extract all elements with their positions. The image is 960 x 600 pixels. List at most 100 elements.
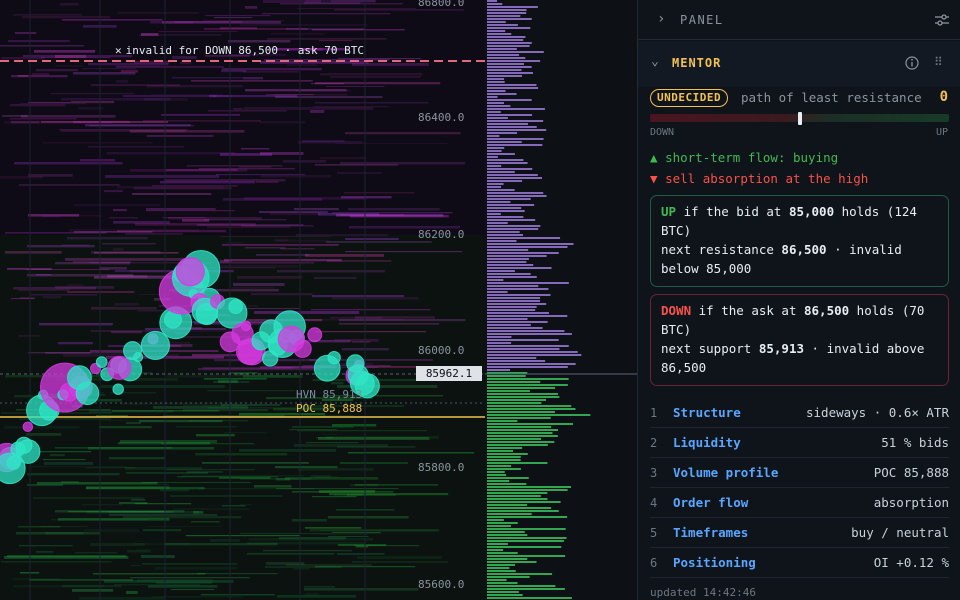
heatmap-cell (201, 594, 275, 596)
price-axis-label: 85600.0 (418, 578, 465, 591)
info-icon[interactable] (905, 55, 919, 74)
sliders-icon[interactable] (935, 12, 949, 31)
factor-name[interactable]: Liquidity (673, 435, 741, 450)
heatmap-cell (305, 527, 362, 529)
heatmap-cell (82, 504, 123, 506)
heatmap-cell (254, 485, 292, 488)
heatmap-cell (113, 209, 127, 212)
ask-depth-bar (487, 333, 572, 335)
heatmap-chart[interactable]: 86800.0 86400.0 86200.0 86000.0 85800.0 … (0, 0, 485, 600)
heatmap-cell (232, 287, 275, 289)
trade-bubble (107, 355, 132, 380)
heatmap-cell (11, 75, 68, 78)
bid-depth-bar (487, 426, 552, 428)
ask-depth-bar (487, 297, 541, 299)
heatmap-cell (314, 277, 357, 280)
heatmap-cell (315, 102, 429, 104)
heatmap-cell (340, 214, 405, 216)
depth-ladder (485, 0, 637, 600)
trade-bubble (346, 354, 365, 373)
bid-depth-bar (487, 528, 566, 530)
ask-depth-bar (487, 162, 528, 164)
bid-depth-bar (487, 585, 556, 587)
heatmap-cell (157, 484, 169, 486)
trade-bubble (307, 327, 323, 343)
ask-depth-bar (487, 21, 506, 23)
ask-depth-bar (487, 45, 530, 47)
factor-row[interactable]: 5 Timeframes buy / neutral (650, 518, 949, 548)
ask-depth-bar (487, 234, 523, 236)
heatmap-cell (19, 184, 120, 186)
poc-label: POC 85,888 (296, 402, 363, 415)
ask-depth-bar (487, 165, 502, 167)
heatmap-cell (121, 70, 138, 73)
trade-bubble (251, 331, 271, 351)
heatmap-cell (27, 245, 95, 248)
factor-row[interactable]: 3 Volume profile POC 85,888 (650, 458, 949, 488)
trade-bubble (123, 341, 143, 361)
heatmap-cell (175, 21, 243, 23)
ask-depth-bar (487, 102, 505, 104)
bid-depth-bar (487, 534, 528, 536)
heatmap-cell (306, 442, 359, 444)
heatmap-cell (237, 276, 302, 279)
heatmap-cell (114, 584, 201, 586)
factor-row[interactable]: 2 Liquidity 51 % bids (650, 428, 949, 458)
heatmap-cell (130, 577, 250, 579)
mentor-section-header[interactable]: ⌄ MENTOR ⠿ (638, 41, 960, 87)
factor-name[interactable]: Structure (673, 405, 741, 420)
factor-name[interactable]: Order flow (673, 495, 748, 510)
bid-depth-bar (487, 477, 529, 479)
heatmap-cell (0, 176, 44, 179)
ask-depth-bar (487, 174, 538, 176)
chevron-right-icon[interactable]: › (657, 11, 665, 27)
heatmap-cell (207, 390, 296, 392)
trade-bubble (240, 320, 252, 332)
heatmap-cell (67, 284, 83, 287)
factor-row[interactable]: 4 Order flow absorption (650, 488, 949, 518)
heatmap-canvas[interactable] (0, 0, 485, 600)
bid-depth-bar (487, 393, 558, 395)
heatmap-cell (199, 488, 315, 490)
ask-depth-bar (487, 363, 576, 365)
chevron-down-icon[interactable]: ⌄ (651, 54, 659, 69)
heatmap-cell (118, 12, 199, 14)
ask-depth-bar (487, 90, 506, 92)
heatmap-cell (1, 561, 112, 563)
heatmap-cell (114, 303, 139, 306)
ask-depth-bar (487, 300, 541, 302)
heatmap-cell (279, 537, 347, 540)
ask-depth-bar (487, 78, 505, 80)
heatmap-cell (43, 459, 86, 461)
factor-name[interactable]: Positioning (673, 555, 756, 570)
heatmap-cell (104, 190, 123, 193)
heatmap-cell (340, 462, 408, 465)
ask-depth-bar (487, 186, 502, 188)
drag-handle-icon[interactable]: ⠿ (934, 55, 943, 69)
close-icon[interactable]: ✕ (115, 44, 122, 57)
bid-depth-bar (487, 456, 521, 458)
factor-name[interactable]: Volume profile (673, 465, 778, 480)
heatmap-cell (176, 426, 237, 428)
heatmap-cell (131, 499, 146, 501)
factor-row[interactable]: 1 Structure sideways · 0.6× ATR (650, 398, 949, 428)
heatmap-cell (143, 120, 261, 122)
heatmap-cell (304, 588, 419, 591)
ask-depth-bar (487, 75, 522, 77)
heatmap-cell (55, 55, 87, 58)
bid-depth-bar (487, 462, 548, 464)
heatmap-cell (256, 181, 279, 184)
heatmap-cell (58, 342, 94, 345)
heatmap-cell (65, 258, 187, 261)
bid-depth-bar (487, 411, 556, 413)
heatmap-cell (337, 172, 382, 175)
ask-depth-bar (487, 126, 537, 128)
heatmap-cell (189, 420, 248, 422)
heatmap-cell (7, 268, 52, 270)
factor-row[interactable]: 6 Positioning OI +0.12 % (650, 548, 949, 578)
depth-bars (485, 0, 637, 599)
up-keyword: UP (661, 204, 677, 219)
heatmap-cell (277, 270, 385, 273)
factor-name[interactable]: Timeframes (673, 525, 748, 540)
bid-depth-bar (487, 558, 528, 560)
